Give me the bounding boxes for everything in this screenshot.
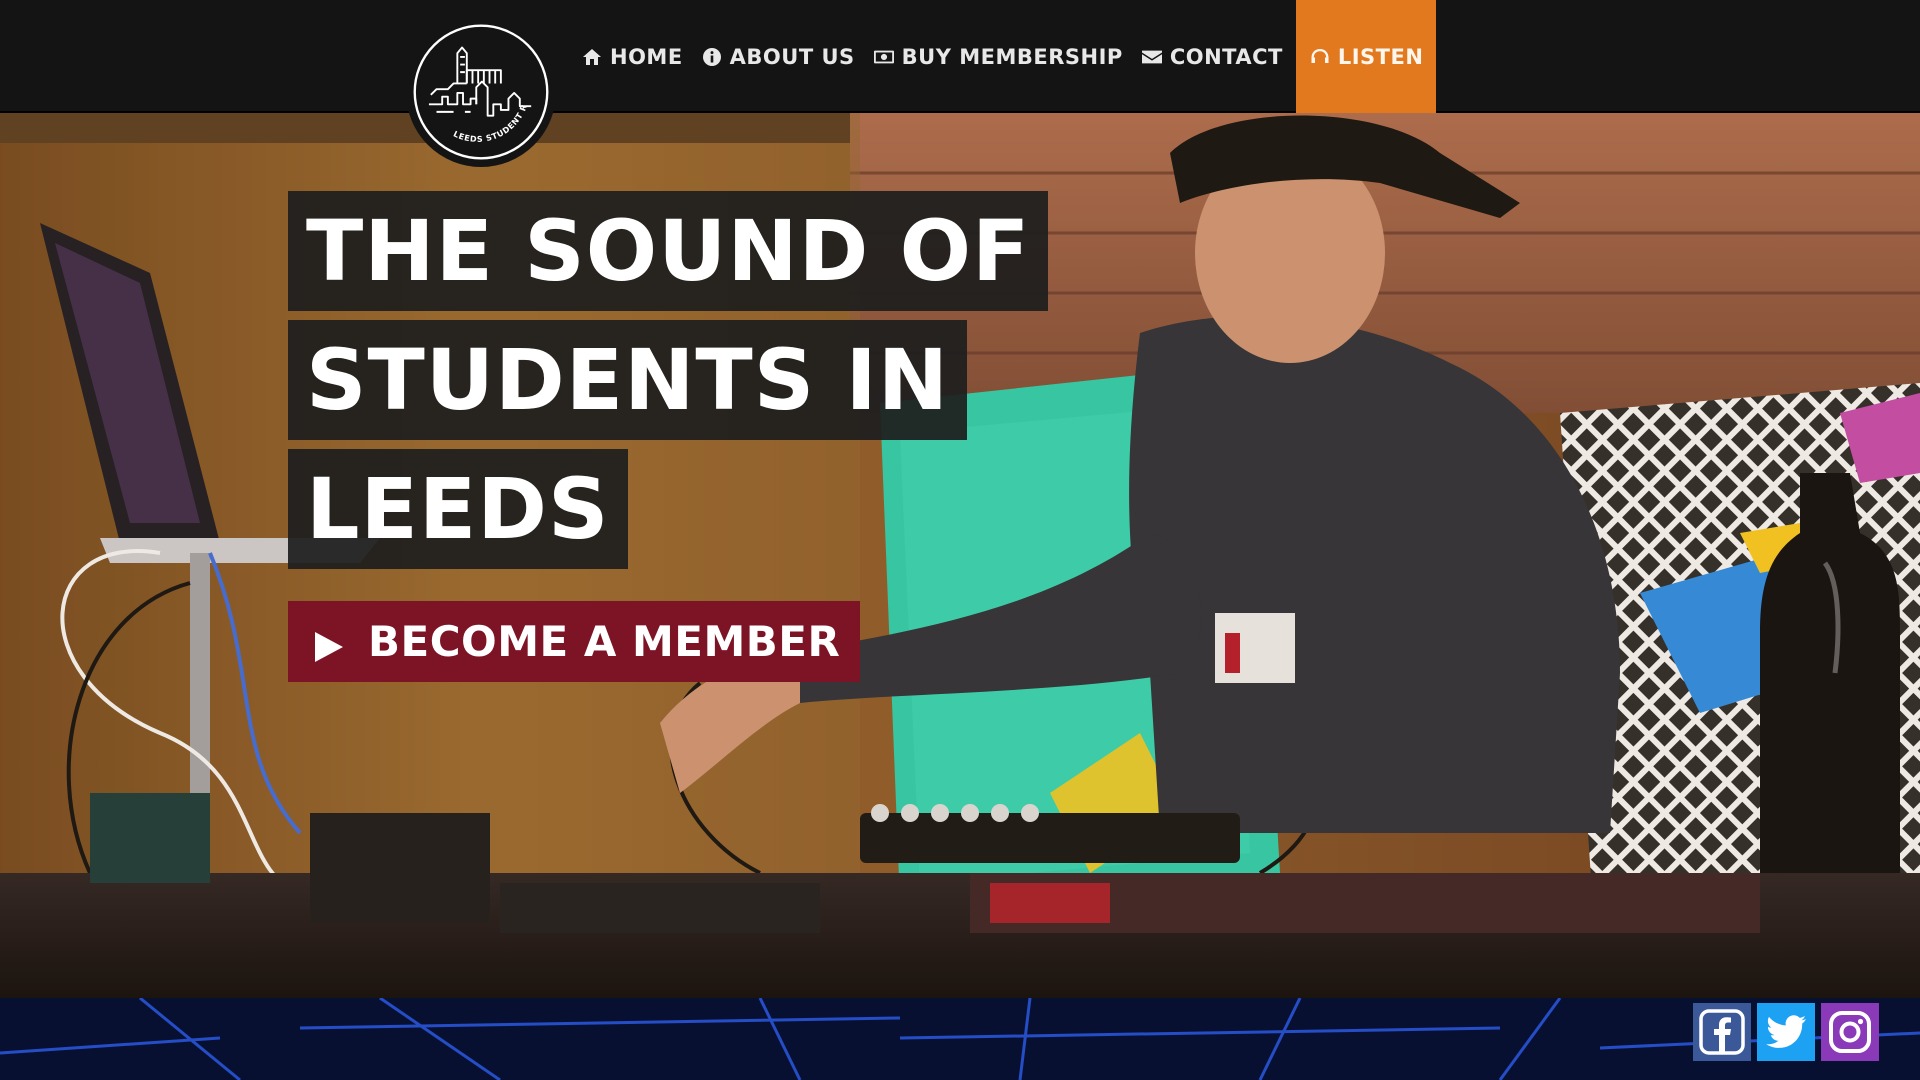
- twitter-icon: [1766, 1015, 1806, 1048]
- home-icon: [581, 46, 603, 68]
- main-nav: Home About Us Buy Membership Contact Lis…: [572, 0, 1437, 113]
- nav-contact[interactable]: Contact: [1132, 0, 1292, 113]
- envelope-icon: [1141, 46, 1163, 68]
- instagram-link[interactable]: [1821, 1003, 1879, 1061]
- nav-home[interactable]: Home: [572, 0, 692, 113]
- money-icon: [873, 46, 895, 68]
- hero-headline: The Sound of Students in Leeds: [288, 191, 1049, 578]
- nav-buy-membership[interactable]: Buy Membership: [864, 0, 1132, 113]
- become-member-button[interactable]: Become a Member: [288, 601, 861, 682]
- leeds-student-radio-logo-icon: LEEDS STUDENT RADIO: [410, 21, 549, 160]
- nav-home-label: Home: [610, 44, 683, 69]
- become-member-label: Become a Member: [368, 617, 841, 666]
- footer-strip: [0, 998, 1920, 1080]
- instagram-icon: [1829, 1011, 1871, 1053]
- nav-contact-label: Contact: [1169, 44, 1283, 69]
- facebook-link[interactable]: [1693, 1003, 1751, 1061]
- twitter-link[interactable]: [1757, 1003, 1815, 1061]
- headline-line-1: The Sound of: [288, 191, 1049, 311]
- facebook-icon: [1699, 1009, 1745, 1055]
- nav-listen-label: Listen: [1337, 44, 1424, 69]
- play-icon: [312, 625, 346, 662]
- footer-background-lines: [0, 998, 1920, 1080]
- nav-about-us-label: About Us: [729, 44, 855, 69]
- nav-about-us[interactable]: About Us: [692, 0, 864, 113]
- social-links: [1693, 1003, 1879, 1061]
- info-icon: [701, 46, 723, 68]
- site-logo[interactable]: LEEDS STUDENT RADIO: [406, 17, 556, 167]
- top-navigation-bar: Home About Us Buy Membership Contact Lis…: [0, 0, 1920, 113]
- headline-line-2: Students in: [288, 320, 968, 440]
- headline-line-3: Leeds: [288, 449, 628, 569]
- nav-listen[interactable]: Listen: [1295, 0, 1437, 113]
- headphones-icon: [1309, 46, 1331, 68]
- nav-buy-membership-label: Buy Membership: [901, 44, 1123, 69]
